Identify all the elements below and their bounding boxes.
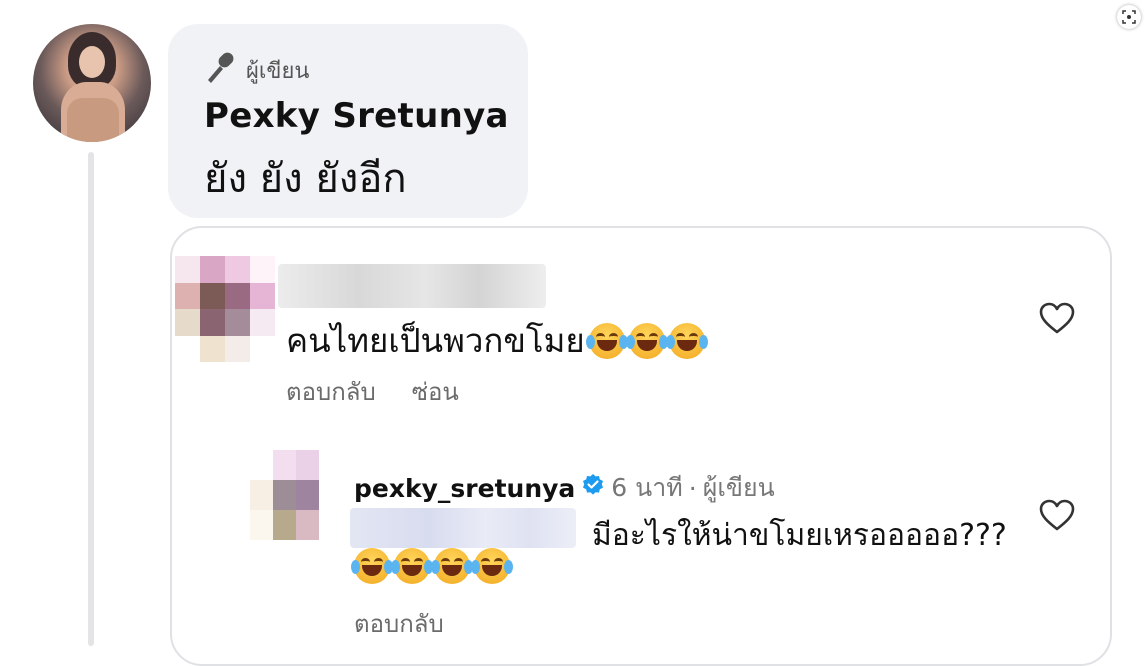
post-author-name[interactable]: Pexky Sretunya (204, 96, 528, 136)
thread-line (88, 152, 94, 646)
author-badge-row: ผู้เขียน (204, 52, 528, 88)
reply-button[interactable]: ตอบกลับ (286, 372, 376, 411)
meta-separator: · (688, 473, 697, 503)
heart-outline-icon[interactable] (1038, 301, 1076, 335)
hide-button[interactable]: ซ่อน (412, 372, 459, 411)
verified-badge-icon (581, 473, 605, 503)
heart-outline-icon[interactable] (1038, 498, 1076, 532)
reply-time: 6 นาที (611, 473, 683, 502)
post-text: ยัง ยัง ยังอีก (204, 156, 407, 202)
reply-text: มีอะไรให้น่าขโมยเหรอออออ??? (592, 518, 1007, 553)
comment-text: คนไทยเป็นพวกขโมย (286, 321, 585, 360)
reply-avatar-pixelated[interactable] (250, 450, 342, 540)
reply-username[interactable]: pexky_sretunya (354, 474, 575, 503)
reply-author-badge: ผู้เขียน (702, 473, 775, 502)
tears-of-joy-emoji (351, 548, 393, 584)
tears-of-joy-emoji (665, 322, 708, 359)
commenter-name-blurred[interactable] (278, 264, 546, 308)
tears-of-joy-emoji (471, 548, 513, 584)
post-bubble: ผู้เขียน Pexky Sretunya ยัง ยัง ยังอีก (168, 24, 528, 218)
tears-of-joy-emoji (391, 548, 433, 584)
comment-text-row: คนไทยเป็นพวกขโมย (286, 314, 708, 367)
reply-reply-button[interactable]: ตอบกลับ (354, 610, 444, 638)
author-badge-label: ผู้เขียน (246, 58, 310, 84)
tears-of-joy-emoji (431, 548, 473, 584)
commenter-avatar-pixelated[interactable] (175, 256, 275, 362)
tears-of-joy-emoji (585, 322, 628, 359)
reply-actions: ตอบกลับ (354, 604, 444, 643)
microphone-icon (204, 50, 238, 90)
reply-emoji-row (351, 548, 513, 584)
author-avatar[interactable] (33, 24, 151, 142)
screenshot-scan-icon[interactable] (1117, 5, 1141, 29)
comment-actions: ตอบกลับ ซ่อน (286, 372, 459, 411)
tears-of-joy-emoji (625, 322, 668, 359)
reply-header: pexky_sretunya 6 นาที · ผู้เขียน (354, 468, 775, 508)
mention-blurred[interactable] (350, 508, 576, 548)
